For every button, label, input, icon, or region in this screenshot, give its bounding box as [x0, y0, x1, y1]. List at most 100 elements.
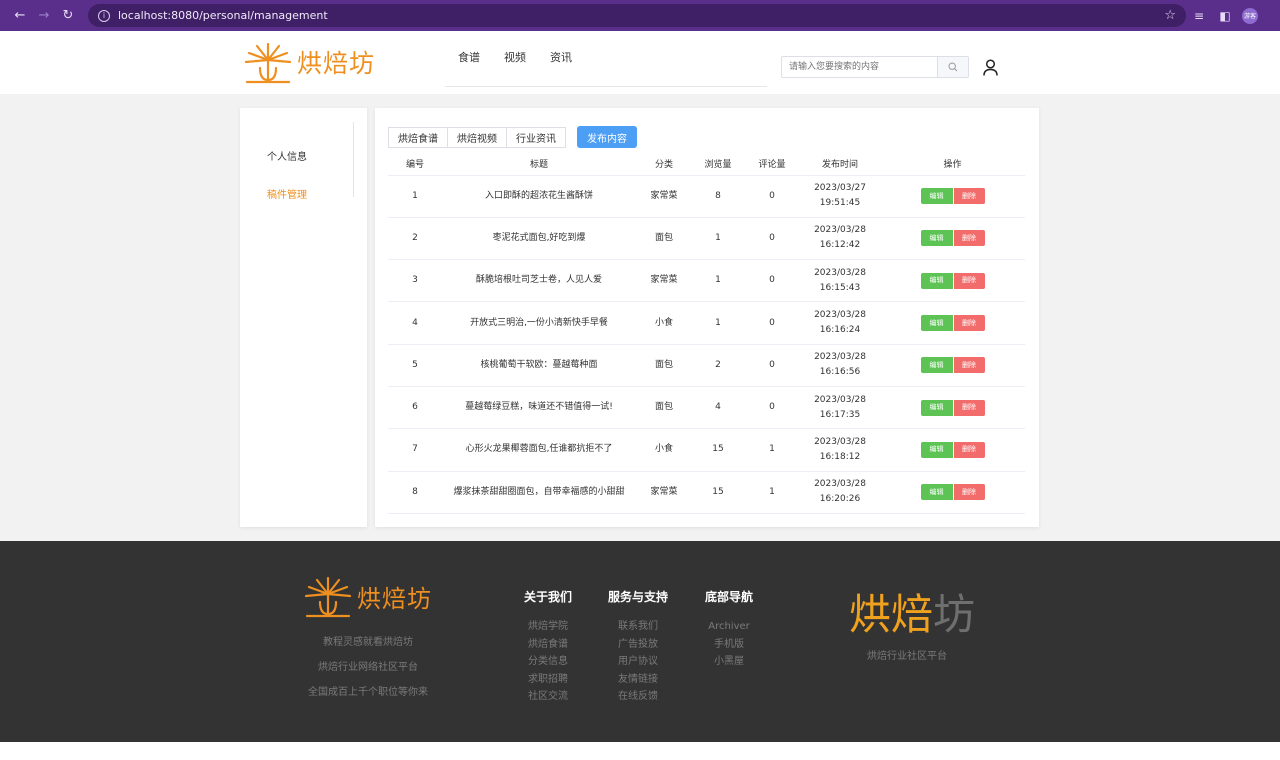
delete-button[interactable]: 删除 [952, 484, 985, 501]
footer-link[interactable]: 联系我们 [608, 618, 668, 636]
edit-button[interactable]: 编辑 [920, 230, 953, 247]
search-button[interactable] [937, 57, 968, 77]
tab-videos[interactable]: 烘焙视频 [447, 127, 507, 148]
cell-id: 6 [388, 386, 442, 430]
action-buttons: 编辑 删除 [880, 399, 1025, 416]
nav-recipes[interactable]: 食谱 [458, 49, 480, 86]
cell-actions: 编辑 删除 [880, 175, 1025, 218]
cell-comments: 0 [744, 217, 800, 261]
search-icon [948, 62, 958, 72]
footer-col-title: 底部导航 [705, 590, 754, 604]
cell-actions: 编辑 删除 [880, 344, 1025, 387]
footer-link[interactable]: 小黑屋 [705, 653, 753, 671]
delete-button[interactable]: 删除 [952, 230, 985, 247]
publish-date: 2023/03/28 [814, 310, 866, 321]
tab-news[interactable]: 行业资讯 [506, 127, 566, 148]
edit-button[interactable]: 编辑 [920, 399, 953, 416]
table-header-row: 编号 标题 分类 浏览量 评论量 发布时间 操作 [388, 153, 1025, 176]
delete-button[interactable]: 删除 [952, 272, 985, 289]
col-publish-time: 发布时间 [800, 153, 880, 176]
footer-tagline: 教程灵感就看烘焙坊 [323, 637, 413, 648]
edit-button[interactable]: 编辑 [920, 441, 953, 458]
footer-link[interactable]: 社区交流 [524, 688, 572, 706]
site-info-icon[interactable]: i [98, 9, 110, 22]
table-row: 8 爆浆抹茶甜甜圈面包，自带幸福感的小甜甜 家常菜 15 1 2023/03/28 16:2… [388, 471, 1025, 514]
publish-time: 16:20:26 [819, 494, 861, 505]
nav-videos[interactable]: 视频 [504, 49, 526, 86]
content-panel: 烘焙食谱 烘焙视频 行业资讯 发布内容 编号 标题 分类 浏览量 评论量 发布时… [375, 108, 1039, 527]
cell-title: 心形火龙果椰蓉面包,任谁都抗拒不了 [442, 428, 636, 472]
tab-recipes[interactable]: 烘焙食谱 [388, 127, 448, 148]
cell-category: 家常菜 [636, 259, 692, 303]
footer-brand-part2: 坊 [933, 590, 976, 639]
user-icon[interactable] [982, 59, 999, 76]
publish-button[interactable]: 发布内容 [577, 126, 637, 148]
reading-list-icon[interactable]: ≡ [1186, 9, 1212, 23]
footer-link[interactable]: 广告投放 [608, 636, 668, 654]
cell-title: 开放式三明治,一份小清新快手早餐 [442, 301, 636, 345]
cell-comments: 0 [744, 344, 800, 387]
delete-button[interactable]: 删除 [952, 315, 985, 332]
footer-link[interactable]: 在线反馈 [608, 688, 668, 706]
footer-link[interactable]: 手机版 [705, 636, 753, 654]
footer-link[interactable]: 烘焙学院 [524, 618, 572, 636]
browser-toolbar: ← → ↻ i localhost:8080/personal/manageme… [0, 0, 1280, 31]
content-tabs: 烘焙食谱 烘焙视频 行业资讯 [388, 127, 566, 148]
footer-link[interactable]: 分类信息 [524, 653, 572, 671]
action-buttons: 编辑 删除 [880, 230, 1025, 247]
cell-category: 家常菜 [636, 471, 692, 514]
side-panel-icon[interactable]: ◧ [1212, 9, 1238, 23]
footer-link[interactable]: 用户协议 [608, 653, 668, 671]
footer-brand: 烘焙坊 [849, 581, 975, 642]
publish-time: 16:18:12 [819, 451, 861, 462]
publish-date: 2023/03/28 [814, 479, 866, 490]
footer-tagline: 烘焙行业网络社区平台 [318, 662, 418, 673]
publish-date: 2023/03/27 [814, 183, 866, 194]
bookmark-star-icon[interactable]: ☆ [1164, 8, 1176, 23]
footer-link[interactable]: 求职招聘 [524, 671, 572, 689]
table-row: 7 心形火龙果椰蓉面包,任谁都抗拒不了 小食 15 1 2023/03/28 16:18:1… [388, 428, 1025, 472]
delete-button[interactable]: 删除 [952, 399, 985, 416]
footer-link[interactable]: 烘焙食谱 [524, 636, 572, 654]
cell-publish-time: 2023/03/28 16:15:43 [800, 259, 880, 303]
profile-avatar[interactable]: 游客 [1242, 7, 1258, 24]
cell-title: 爆浆抹茶甜甜圈面包，自带幸福感的小甜甜 [442, 471, 636, 514]
search-input[interactable] [782, 57, 937, 77]
publish-date: 2023/03/28 [814, 267, 866, 278]
cell-id: 3 [388, 259, 442, 303]
delete-button[interactable]: 删除 [952, 357, 985, 374]
forward-arrow-icon[interactable]: → [32, 8, 56, 23]
footer-link[interactable]: Archiver [705, 618, 753, 636]
action-buttons: 编辑 删除 [880, 272, 1025, 289]
cell-publish-time: 2023/03/28 16:16:56 [800, 344, 880, 387]
site-logo[interactable]: 烘焙坊 [243, 40, 375, 84]
delete-button[interactable]: 删除 [952, 188, 985, 205]
footer-tagline: 全国成百上千个职位等你来 [308, 687, 428, 698]
col-id: 编号 [388, 153, 442, 176]
publish-date: 2023/03/28 [814, 225, 866, 236]
edit-button[interactable]: 编辑 [920, 357, 953, 374]
action-buttons: 编辑 删除 [880, 188, 1025, 205]
footer-link[interactable]: 友情链接 [608, 671, 668, 689]
sidebar-item-manuscripts[interactable]: 稿件管理 [267, 186, 307, 201]
cell-views: 2 [692, 344, 744, 387]
edit-button[interactable]: 编辑 [920, 272, 953, 289]
back-arrow-icon[interactable]: ← [8, 8, 32, 23]
address-url: localhost:8080/personal/management [118, 9, 328, 22]
col-category: 分类 [636, 153, 692, 176]
nav-news[interactable]: 资讯 [550, 49, 572, 86]
cell-comments: 0 [744, 386, 800, 430]
top-nav: 食谱 视频 资讯 [445, 49, 767, 87]
footer-col-service: 服务与支持 联系我们 广告投放 用户协议 友情链接 在线反馈 [608, 588, 668, 706]
sidebar: 个人信息 稿件管理 [240, 108, 367, 527]
edit-button[interactable]: 编辑 [920, 188, 953, 205]
cell-title: 蔓越莓绿豆糕，味道还不错值得一试! [442, 386, 636, 430]
edit-button[interactable]: 编辑 [920, 315, 953, 332]
sidebar-item-profile[interactable]: 个人信息 [267, 148, 307, 163]
footer-col-nav: 底部导航 Archiver 手机版 小黑屋 [705, 588, 753, 671]
address-bar[interactable]: i localhost:8080/personal/management ☆ [88, 4, 1186, 27]
publish-time: 16:16:56 [819, 367, 861, 378]
delete-button[interactable]: 删除 [952, 441, 985, 458]
edit-button[interactable]: 编辑 [920, 484, 953, 501]
reload-icon[interactable]: ↻ [56, 8, 80, 23]
